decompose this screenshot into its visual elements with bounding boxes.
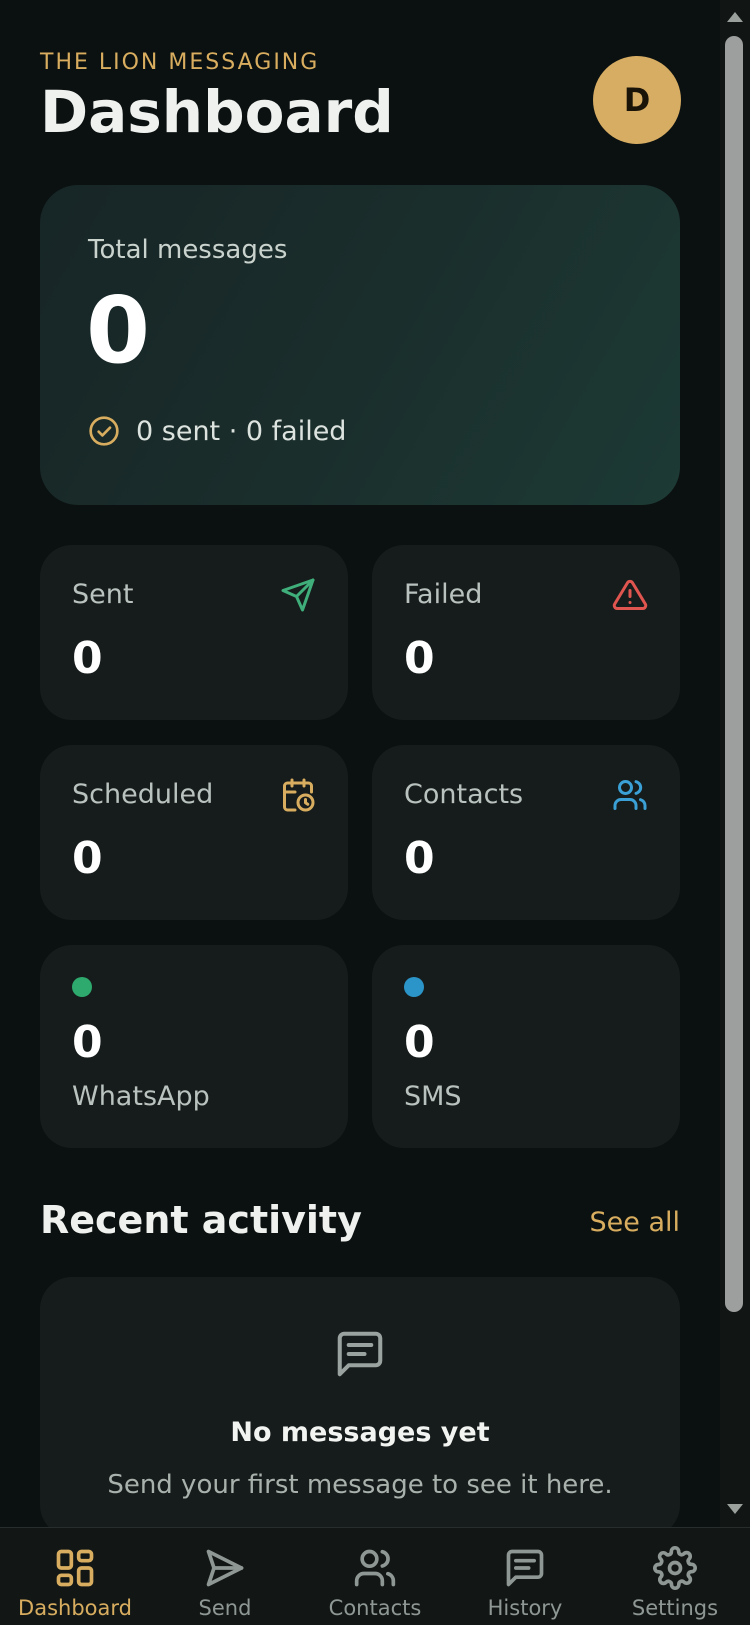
channel-value: 0: [72, 1017, 103, 1068]
gear-icon: [653, 1546, 697, 1590]
stat-card-contacts[interactable]: Contacts 0: [372, 745, 680, 920]
channel-label: WhatsApp: [72, 1081, 210, 1112]
stat-card-scheduled[interactable]: Scheduled 0: [40, 745, 348, 920]
alert-triangle-icon: [612, 579, 648, 610]
sent-failed-summary: 0 sent · 0 failed: [136, 415, 347, 447]
main-content: THE LION MESSAGING Dashboard D Total mes…: [0, 0, 720, 1527]
page-title: Dashboard: [40, 78, 394, 146]
whatsapp-status-dot: [72, 977, 92, 997]
nav-item-history[interactable]: History: [450, 1528, 600, 1625]
stat-card-sent[interactable]: Sent 0: [40, 545, 348, 720]
sms-status-dot: [404, 977, 424, 997]
scroll-up-arrow[interactable]: [727, 12, 743, 22]
total-messages-label: Total messages: [88, 235, 288, 265]
calendar-clock-icon: [283, 778, 315, 812]
avatar[interactable]: D: [593, 56, 681, 144]
stat-label: Scheduled: [72, 779, 214, 810]
empty-state-text: Send your first message to see it here.: [107, 1470, 613, 1500]
stat-value: 0: [72, 633, 103, 684]
users-icon: [354, 1549, 396, 1587]
stat-value: 0: [404, 833, 435, 884]
total-messages-card: Total messages 0 0 sent · 0 failed: [40, 185, 680, 505]
grid-icon: [56, 1549, 94, 1587]
recent-activity-empty-state: No messages yet Send your first message …: [40, 1277, 680, 1527]
channel-card-sms[interactable]: 0 SMS: [372, 945, 680, 1148]
message-icon: [506, 1549, 544, 1587]
check-circle-icon: [89, 416, 119, 446]
stat-label: Sent: [72, 579, 134, 610]
scroll-down-arrow[interactable]: [727, 1504, 743, 1514]
stat-label: Contacts: [404, 779, 524, 810]
empty-state-title: No messages yet: [230, 1417, 490, 1448]
nav-label: Contacts: [328, 1596, 422, 1620]
brand-name: THE LION MESSAGING: [40, 50, 320, 75]
scrollbar-thumb[interactable]: [725, 36, 743, 1312]
total-messages-subtext: 0 sent · 0 failed: [88, 415, 346, 447]
nav-item-send[interactable]: Send: [150, 1528, 300, 1625]
nav-label: Settings: [631, 1596, 719, 1620]
users-icon: [613, 780, 647, 810]
nav-label: Dashboard: [18, 1596, 132, 1620]
stat-value: 0: [404, 633, 435, 684]
stat-card-failed[interactable]: Failed 0: [372, 545, 680, 720]
nav-item-contacts[interactable]: Contacts: [300, 1528, 450, 1625]
channel-card-whatsapp[interactable]: 0 WhatsApp: [40, 945, 348, 1148]
send-icon: [281, 578, 315, 612]
total-messages-value: 0: [86, 277, 151, 384]
scrollbar[interactable]: [720, 0, 750, 1527]
nav-label: History: [487, 1596, 563, 1620]
channel-label: SMS: [404, 1081, 462, 1112]
send-icon: [206, 1549, 244, 1587]
recent-activity-title: Recent activity: [40, 1198, 362, 1242]
stat-value: 0: [72, 833, 103, 884]
see-all-link[interactable]: See all: [590, 1207, 681, 1238]
message-icon: [337, 1331, 383, 1377]
nav-item-settings[interactable]: Settings: [600, 1528, 750, 1625]
nav-label: Send: [198, 1596, 252, 1620]
bottom-navigation: Dashboard Send Contacts History Settings: [0, 1527, 750, 1625]
nav-item-dashboard[interactable]: Dashboard: [0, 1528, 150, 1625]
stat-label: Failed: [404, 579, 483, 610]
channel-value: 0: [404, 1017, 435, 1068]
